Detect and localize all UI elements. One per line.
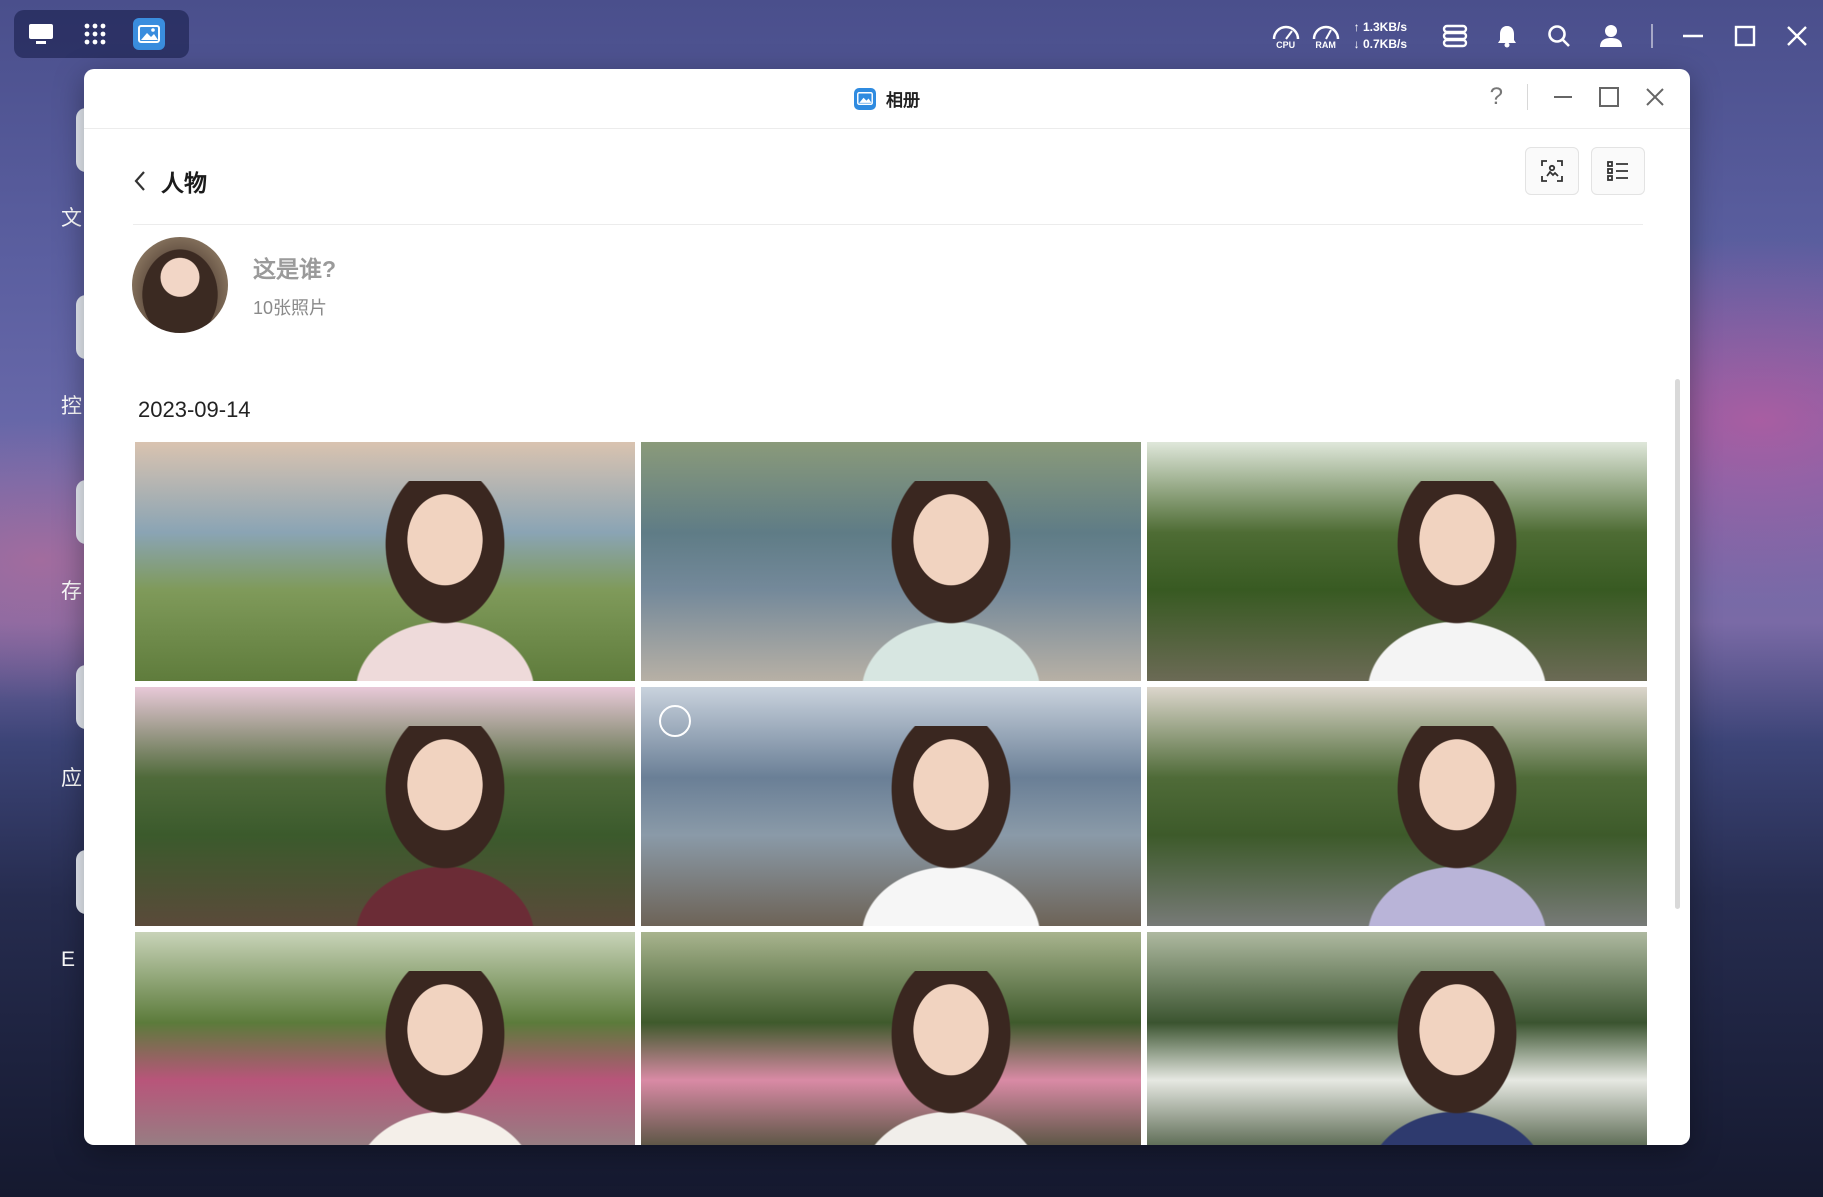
monitor-icon — [29, 24, 53, 44]
minimize-icon — [1683, 34, 1703, 38]
window-maximize-icon[interactable] — [1598, 86, 1620, 108]
ram-gauge-icon — [1312, 25, 1339, 40]
photo-thumbnail-lake-shore[interactable] — [641, 442, 1141, 681]
person-summary: 这是谁? 10张照片 — [132, 237, 336, 333]
photo-thumbnail-flower-bed[interactable] — [135, 932, 635, 1145]
launcher-group — [14, 10, 189, 58]
photo-thumbnail-hydrangea-garden[interactable] — [135, 687, 635, 926]
date-group-label: 2023-09-14 — [138, 397, 251, 422]
portrait-figure — [355, 726, 535, 926]
portrait-figure — [1367, 971, 1547, 1145]
maximize-icon — [1734, 25, 1756, 47]
upload-speed: ↑ 1.3KB/s — [1353, 20, 1407, 34]
photo-thumbnail-white-blossoms[interactable] — [1147, 932, 1647, 1145]
photo-count: 10张照片 — [253, 298, 328, 318]
name-prompt[interactable]: 这是谁? — [253, 250, 336, 284]
ram-label: RAM — [1315, 40, 1336, 50]
search-icon — [1548, 25, 1570, 47]
window-close-icon[interactable] — [1644, 86, 1666, 108]
task-list-button[interactable] — [1429, 24, 1481, 48]
server-list-icon — [1442, 24, 1468, 48]
photos-window: 相册 ? 人物 这是谁? 10张照片 2023-09-14 — [84, 69, 1690, 1145]
upload-speed-value: 1.3KB/s — [1362, 20, 1407, 34]
face-scan-icon — [1541, 160, 1563, 182]
page-title: 人物 — [161, 170, 207, 196]
person-info: 这是谁? 10张照片 — [253, 250, 336, 320]
cpu-label: CPU — [1276, 40, 1296, 50]
photos-taskbar-button[interactable] — [122, 10, 176, 58]
photo-thumbnail-garden-pond[interactable] — [1147, 442, 1647, 681]
app-grid-button[interactable] — [68, 10, 122, 58]
download-speed-value: 0.7KB/s — [1362, 37, 1407, 51]
user-button[interactable] — [1585, 24, 1637, 48]
window-controls: ? — [1490, 83, 1666, 111]
photos-app-icon — [133, 18, 165, 50]
desktop-label-2: 控 — [61, 395, 82, 418]
photo-thumbnail-seaside-lawn[interactable] — [135, 442, 635, 681]
show-desktop-button[interactable] — [14, 10, 68, 58]
window-titlebar[interactable]: 相册 ? — [84, 69, 1690, 129]
list-view-button[interactable] — [1591, 147, 1645, 195]
desktop-label-4: 应 — [61, 767, 82, 790]
person-avatar[interactable] — [132, 237, 228, 333]
window-title-group: 相册 — [84, 86, 1690, 111]
page-header: 人物 — [133, 144, 1643, 225]
portrait-figure — [355, 971, 535, 1145]
controls-separator — [1527, 84, 1528, 110]
portrait-figure — [861, 726, 1041, 926]
taskbar: CPU RAM ↑ 1.3KB/s ↓ 0.7KB/s — [0, 0, 1823, 72]
portrait-figure — [1367, 481, 1547, 681]
desktop-maximize-button[interactable] — [1719, 25, 1771, 47]
photo-thumbnail-beach-island[interactable] — [641, 687, 1141, 926]
portrait-figure — [1367, 726, 1547, 926]
photos-icon — [854, 87, 876, 110]
select-checkbox[interactable] — [659, 705, 691, 737]
desktop-label-5: E — [61, 948, 76, 971]
help-button[interactable]: ? — [1490, 83, 1503, 111]
window-minimize-icon[interactable] — [1552, 86, 1574, 108]
cpu-gauge[interactable]: CPU — [1266, 22, 1306, 50]
portrait-figure — [861, 971, 1041, 1145]
desktop-close-button[interactable] — [1771, 25, 1823, 47]
network-speed[interactable]: ↑ 1.3KB/s ↓ 0.7KB/s — [1354, 19, 1407, 53]
close-icon — [1787, 26, 1807, 46]
desktop-label-3: 存 — [61, 580, 82, 603]
vertical-scrollbar[interactable] — [1675, 379, 1680, 909]
photo-thumbnail-pink-roses[interactable] — [641, 932, 1141, 1145]
tray-separator — [1651, 24, 1653, 48]
search-button[interactable] — [1533, 24, 1585, 48]
download-speed: ↓ 0.7KB/s — [1353, 37, 1407, 51]
face-scan-button[interactable] — [1525, 147, 1579, 195]
ram-gauge[interactable]: RAM — [1306, 22, 1346, 50]
user-icon — [1600, 25, 1622, 47]
back-group: 人物 — [133, 164, 207, 198]
list-icon — [1607, 161, 1628, 181]
back-chevron-icon[interactable] — [133, 170, 147, 192]
photo-thumbnail-park-path[interactable] — [1147, 687, 1647, 926]
notifications-button[interactable] — [1481, 24, 1533, 48]
system-tray: CPU RAM ↑ 1.3KB/s ↓ 0.7KB/s — [1266, 14, 1823, 58]
grid-icon — [84, 23, 106, 45]
portrait-figure — [355, 481, 535, 681]
window-title: 相册 — [886, 91, 920, 110]
portrait-figure — [861, 481, 1041, 681]
desktop-label-1: 文 — [61, 207, 82, 230]
desktop-minimize-button[interactable] — [1667, 25, 1719, 47]
photo-grid — [135, 442, 1647, 1145]
cpu-gauge-icon — [1272, 25, 1299, 40]
bell-icon — [1498, 26, 1516, 48]
